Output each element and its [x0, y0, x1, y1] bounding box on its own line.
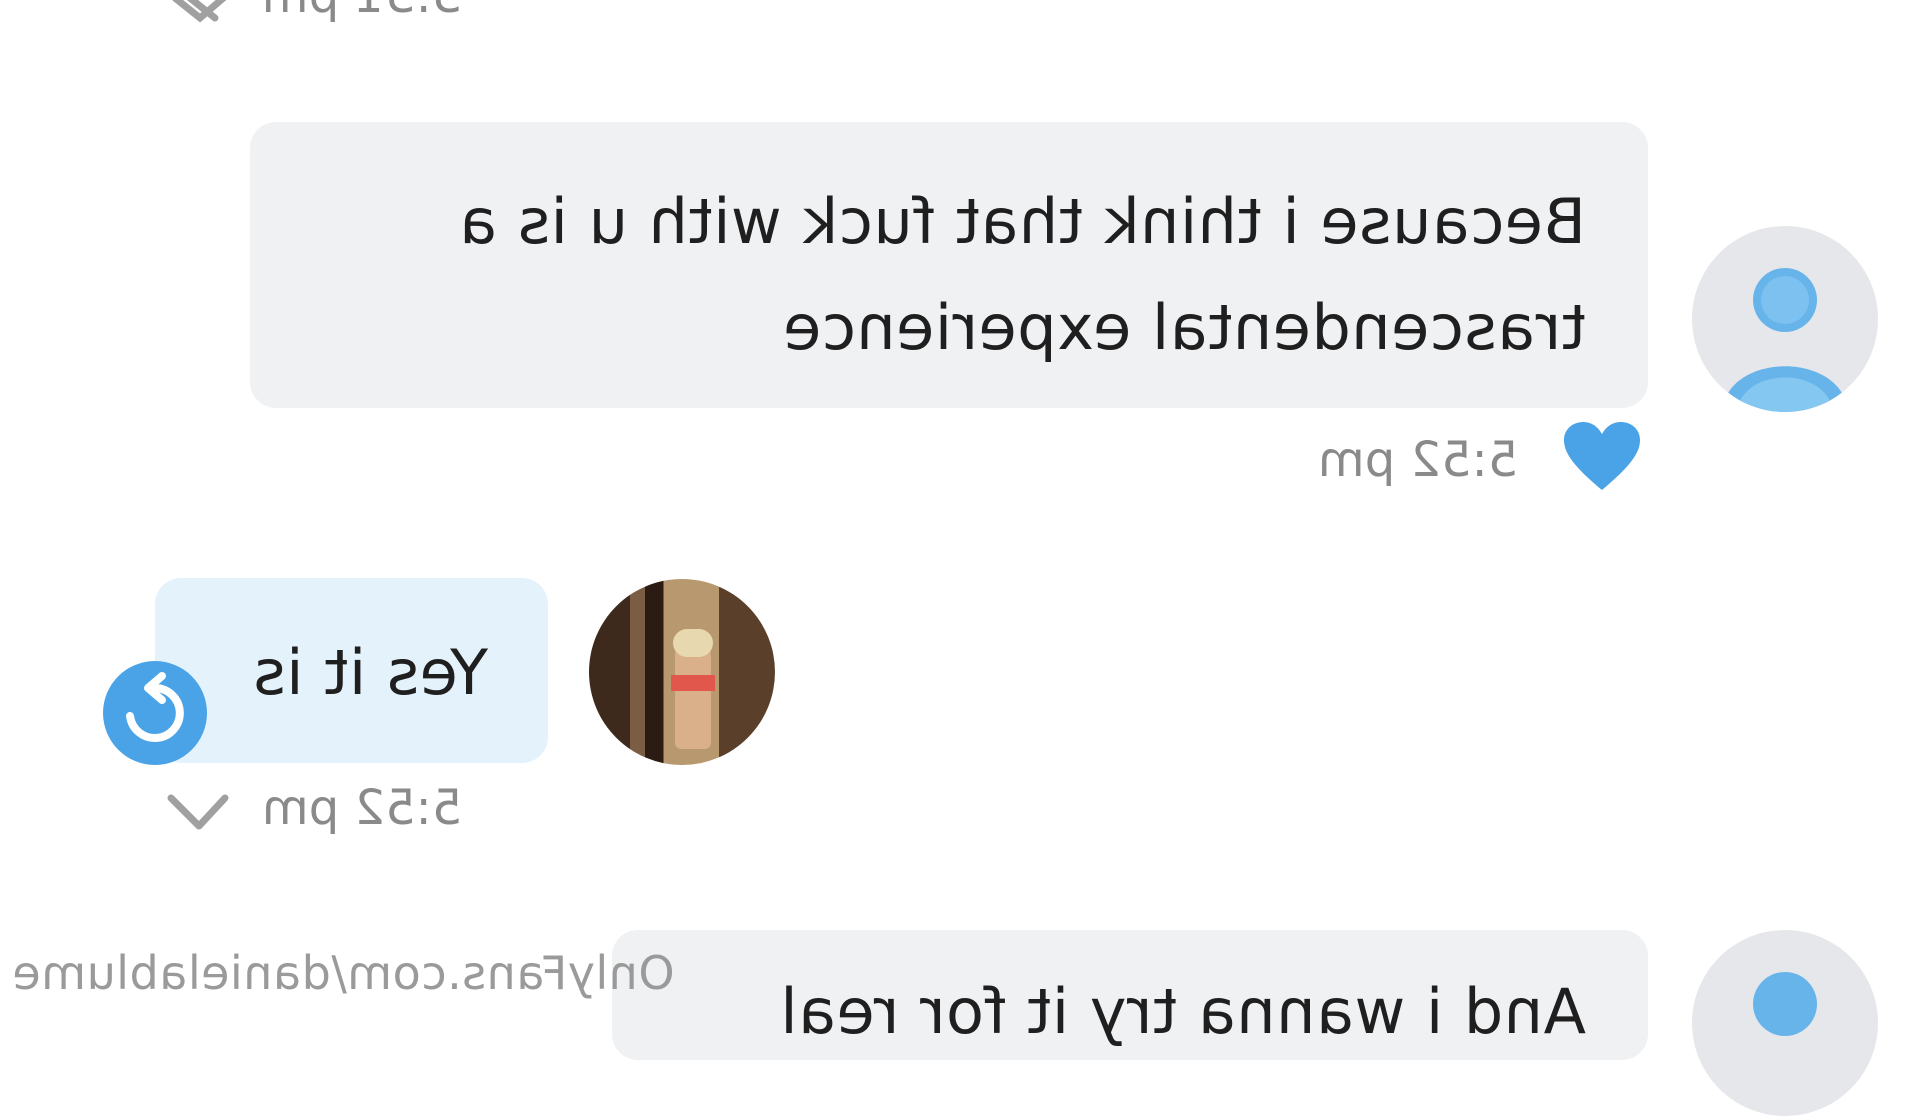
message-bubble-outgoing-partial[interactable]: And i wanna try it for real	[612, 930, 1648, 1060]
message-bubble-outgoing[interactable]: Because i think that fuck with u is a tr…	[250, 122, 1648, 408]
reply-icon[interactable]	[102, 660, 208, 766]
double-check-icon	[172, 0, 227, 23]
person-icon-bottom	[1753, 972, 1817, 1036]
message-time-incoming: 5:52 pm	[262, 780, 463, 836]
check-icon	[167, 794, 229, 830]
photo-top	[671, 675, 715, 691]
message-bubble-incoming[interactable]: Yes it is	[155, 578, 548, 763]
message-text-line1: Because i think that fuck with u is a	[458, 185, 1586, 258]
message-text: Yes it is	[252, 636, 488, 709]
heart-icon[interactable]	[1562, 420, 1642, 492]
contact-avatar[interactable]	[589, 579, 775, 765]
user-avatar-bottom[interactable]	[1692, 930, 1878, 1116]
message-text-partial: And i wanna try it for real	[779, 975, 1586, 1048]
message-text-line2: trascendental experience	[782, 291, 1586, 364]
person-icon	[1722, 268, 1848, 412]
photo-hair	[673, 629, 713, 657]
watermark-text: OnlyFans.com/danielablume	[12, 946, 675, 1000]
timestamp: 5:51 pm	[262, 0, 462, 24]
message-time: 5:52 pm	[1318, 432, 1519, 488]
user-avatar[interactable]	[1692, 226, 1878, 412]
